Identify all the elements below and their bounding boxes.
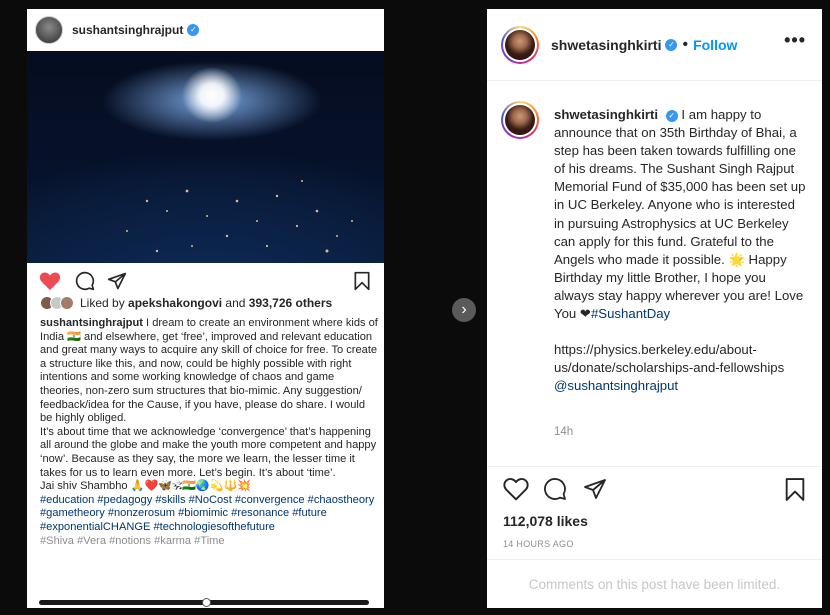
more-icon[interactable]: ••• xyxy=(784,31,806,49)
caption-paragraph-2: It’s about time that we acknowledge ‘con… xyxy=(40,425,377,479)
caption-paragraph-3: Jai shiv Shambho 🙏❤️🦋🕉🇮🇳🌏💫🔱💥 xyxy=(40,480,252,493)
caption-mention[interactable]: @sushantsinghrajput xyxy=(554,378,678,393)
left-post-header: sushantsinghrajput ✓ xyxy=(27,9,384,51)
liked-by-count[interactable]: 393,726 others xyxy=(249,296,332,310)
left-caption: sushantsinghrajput I dream to create an … xyxy=(40,317,378,548)
share-icon[interactable] xyxy=(583,477,607,501)
comment-icon[interactable] xyxy=(75,271,95,291)
post-caption: shwetasinghkirti ✓ I am happy to announc… xyxy=(554,106,806,395)
city-lights-decor xyxy=(126,180,353,253)
post-action-bar xyxy=(487,477,822,507)
left-post-card: sushantsinghrajput ✓ Liked by apekshakon… xyxy=(27,9,384,608)
share-icon[interactable] xyxy=(107,271,127,291)
caption-link-block: https://physics.berkeley.edu/about-us/do… xyxy=(554,341,806,395)
heart-icon[interactable] xyxy=(503,477,529,501)
caption-hashtags-cut[interactable]: #Shiva #Vera #notions #karma #Time xyxy=(40,535,378,549)
post-detail-panel: shwetasinghkirti ✓ • Follow ••• shwetasi… xyxy=(487,9,822,608)
liked-by-user[interactable]: apekshakongovi xyxy=(128,296,222,310)
likes-count[interactable]: 112,078 likes xyxy=(503,513,588,529)
comments-limited-notice: Comments on this post have been limited. xyxy=(487,559,822,608)
caption-username[interactable]: sushantsinghrajput xyxy=(40,317,143,329)
caption-paragraph-1: I dream to create an environment where k… xyxy=(40,317,378,425)
heart-icon[interactable] xyxy=(39,271,61,291)
chevron-right-icon[interactable]: › xyxy=(452,298,476,322)
verified-badge-icon: ✓ xyxy=(665,109,678,122)
post-comments-area: shwetasinghkirti ✓ I am happy to announc… xyxy=(487,81,822,467)
post-timestamp[interactable]: 14 HOURS AGO xyxy=(503,539,574,549)
avatar[interactable] xyxy=(501,25,539,64)
header-username[interactable]: shwetasinghkirti xyxy=(551,37,661,53)
bookmark-icon[interactable] xyxy=(353,271,371,291)
avatar[interactable] xyxy=(35,16,63,44)
caption-hashtag[interactable]: #SushantDay xyxy=(591,306,670,321)
caption-text: I am happy to announce that on 35th Birt… xyxy=(554,107,806,322)
caption-hashtags[interactable]: #education #pedagogy #skills #NoCost #co… xyxy=(40,494,378,535)
caption-link[interactable]: https://physics.berkeley.edu/about-us/do… xyxy=(554,342,784,375)
avatar[interactable] xyxy=(501,101,539,139)
liked-by-prefix: Liked by xyxy=(80,296,125,310)
verified-badge-icon: ✓ xyxy=(187,24,200,36)
bookmark-icon[interactable] xyxy=(784,477,806,502)
caption-username[interactable]: shwetasinghkirti xyxy=(554,107,658,122)
liked-by-and: and xyxy=(225,296,246,310)
video-progress-handle[interactable] xyxy=(202,598,211,607)
liker-avatar xyxy=(60,296,74,310)
verified-badge-icon: ✓ xyxy=(665,38,678,51)
caption-timestamp: 14h xyxy=(554,426,574,438)
left-action-bar xyxy=(27,263,384,299)
liked-by-row: Liked by apekshakongovi and 393,726 othe… xyxy=(40,296,332,310)
follow-button[interactable]: Follow xyxy=(693,37,737,53)
left-username[interactable]: sushantsinghrajput xyxy=(72,23,183,37)
comment-icon[interactable] xyxy=(543,477,567,501)
separator-dot: • xyxy=(682,35,689,53)
post-header: shwetasinghkirti ✓ • Follow ••• xyxy=(487,9,822,81)
